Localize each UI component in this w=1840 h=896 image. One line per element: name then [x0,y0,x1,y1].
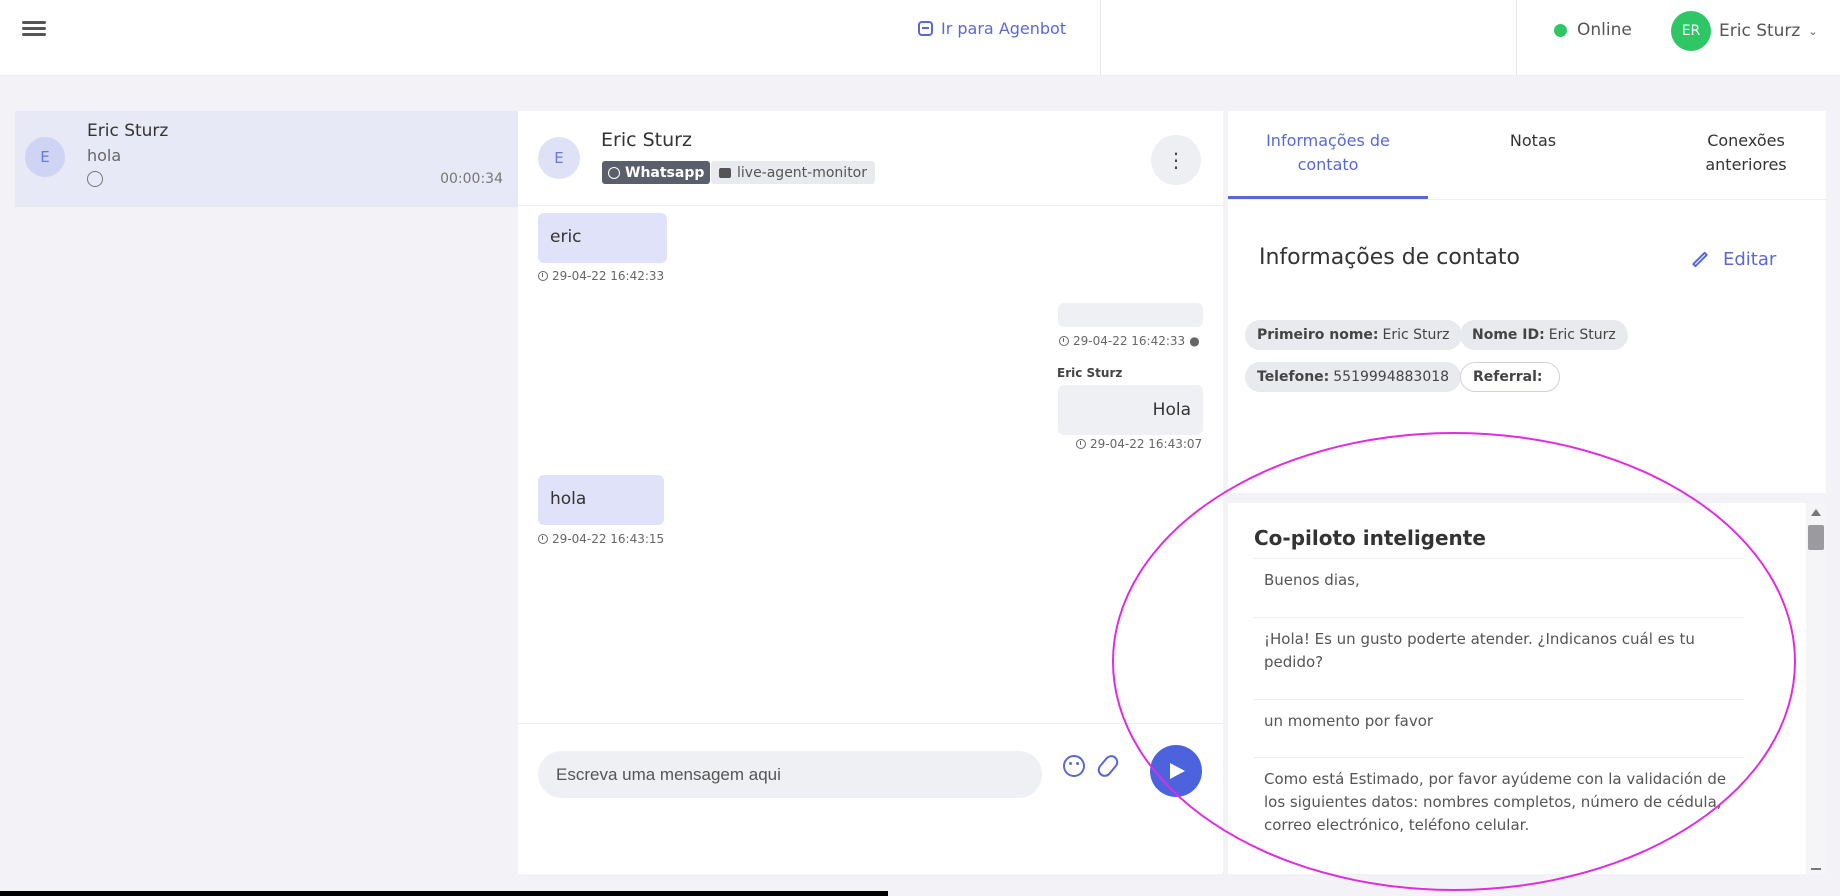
bottom-strip [0,891,888,896]
clock-icon [1076,439,1086,449]
conversation-name: Eric Sturz [87,121,169,141]
avatar: E [25,137,65,177]
scroll-thumb[interactable] [1808,525,1824,550]
pencil-icon [1691,251,1709,268]
topbar-divider [1516,0,1517,76]
clock-icon [538,534,548,544]
field-label: Primeiro nome: [1257,327,1379,343]
timestamp-text: 29-04-22 16:43:07 [1090,437,1203,451]
field-label: Referral: [1473,369,1543,385]
field-referral: Referral: [1460,362,1560,392]
status-label: Online [1577,20,1632,40]
user-name: Eric Sturz [1719,21,1801,41]
emoji-icon[interactable] [1063,755,1085,777]
monitor-badge-label: live-agent-monitor [737,164,867,181]
user-avatar: ER [1671,11,1711,51]
field-value: Eric Sturz [1382,327,1450,343]
message-text: Hola [1152,400,1191,420]
top-bar: Ir para Agenbot Online ER Eric Sturz ⌄ [0,0,1840,76]
more-options-button[interactable]: ⋮ [1151,135,1201,185]
message-timestamp: 29-04-22 16:43:15 [538,532,664,546]
message-timestamp: 29-04-22 16:42:33 [538,269,664,283]
message-sender: Eric Sturz [1057,366,1123,380]
go-to-agenbot-link[interactable]: Ir para Agenbot [918,19,1066,38]
agenbot-link-label: Ir para Agenbot [941,19,1067,38]
message-bubble-incoming: hola [538,475,664,525]
timestamp-text: 29-04-22 16:43:15 [552,532,665,546]
composer-divider [518,723,1223,724]
channel-badge-label: Whatsapp [625,164,705,181]
suggestion-item[interactable]: Buenos dias, [1254,558,1744,616]
field-value: Eric Sturz [1548,327,1616,343]
tab-previous-connections[interactable]: Conexões anteriores [1681,129,1811,177]
timestamp-text: 29-04-22 16:42:33 [1073,334,1186,348]
field-label: Telefone: [1257,369,1330,385]
message-bubble-incoming: eric [538,213,667,263]
message-input[interactable] [538,751,1042,798]
whatsapp-icon [608,166,620,179]
bot-icon [918,21,933,36]
message-bubble-outgoing [1058,303,1203,327]
topbar-divider [1100,0,1101,76]
clock-icon [1059,336,1069,346]
clock-icon [538,271,548,281]
message-text: eric [550,227,582,247]
conversation-list-item[interactable]: E Eric Sturz hola 00:00:34 [15,111,518,207]
chat-panel: E Eric Sturz Whatsapp live-agent-monitor… [518,111,1223,874]
field-label: Nome ID: [1472,327,1545,343]
tab-contact-info[interactable]: Informações de contato [1250,129,1406,177]
section-title: Informações de contato [1259,245,1520,270]
edit-button[interactable]: Editar [1691,249,1776,270]
timestamp-text: 29-04-22 16:42:33 [552,269,665,283]
scroll-up-icon[interactable] [1811,509,1821,516]
hamburger-menu-icon[interactable] [22,18,46,42]
copilot-panel: Co-piloto inteligente Buenos dias, ¡Hola… [1228,503,1806,874]
message-bubble-outgoing: Hola [1058,385,1203,435]
tab-label: Informações de contato [1266,131,1390,174]
suggestion-item[interactable]: un momento por favor [1254,699,1744,757]
tab-label: Notas [1509,131,1557,150]
contact-info-panel: Informações de contato Notas Conexões an… [1228,111,1826,493]
robot-icon: ● [1189,334,1200,348]
suggestion-item[interactable]: Como está Estimado, por favor ayúdeme co… [1254,757,1744,867]
message-text: hola [550,489,587,509]
status-toggle[interactable]: Online [1554,20,1632,40]
conversation-last-message: hola [87,146,122,165]
status-dot-icon [1554,23,1567,37]
send-button[interactable] [1150,745,1202,797]
conversation-time: 00:00:34 [440,171,503,187]
field-name-id: Nome ID: Eric Sturz [1460,320,1628,350]
monitor-badge: live-agent-monitor [711,161,875,184]
chat-contact-name: Eric Sturz [601,129,692,151]
whatsapp-icon [87,171,103,187]
message-timestamp: 29-04-22 16:42:33 ● [1059,334,1200,348]
avatar: E [538,137,580,179]
field-value: 5519994883018 [1333,369,1450,385]
scroll-down-icon[interactable] [1811,868,1821,870]
field-first-name: Primeiro nome: Eric Sturz [1245,320,1462,350]
attachment-icon[interactable] [1094,752,1122,780]
channel-badge: Whatsapp [602,161,711,184]
user-menu[interactable]: ER Eric Sturz ⌄ [1671,11,1818,51]
message-timestamp: 29-04-22 16:43:07 [1076,437,1202,451]
tabs-divider [1228,199,1826,200]
edit-label: Editar [1723,249,1777,270]
copilot-scrollbar[interactable] [1806,503,1826,874]
chat-bubble-icon [719,167,731,178]
tab-notes[interactable]: Notas [1483,129,1583,153]
field-phone: Telefone: 5519994883018 [1245,362,1462,392]
chevron-down-icon: ⌄ [1808,24,1818,38]
chat-header: E Eric Sturz Whatsapp live-agent-monitor… [518,111,1223,206]
suggestion-item[interactable]: ¡Hola! Es un gusto poderte atender. ¿Ind… [1254,617,1744,699]
tab-label: Conexões anteriores [1705,131,1787,174]
send-icon [1170,763,1185,779]
copilot-title: Co-piloto inteligente [1254,526,1486,550]
